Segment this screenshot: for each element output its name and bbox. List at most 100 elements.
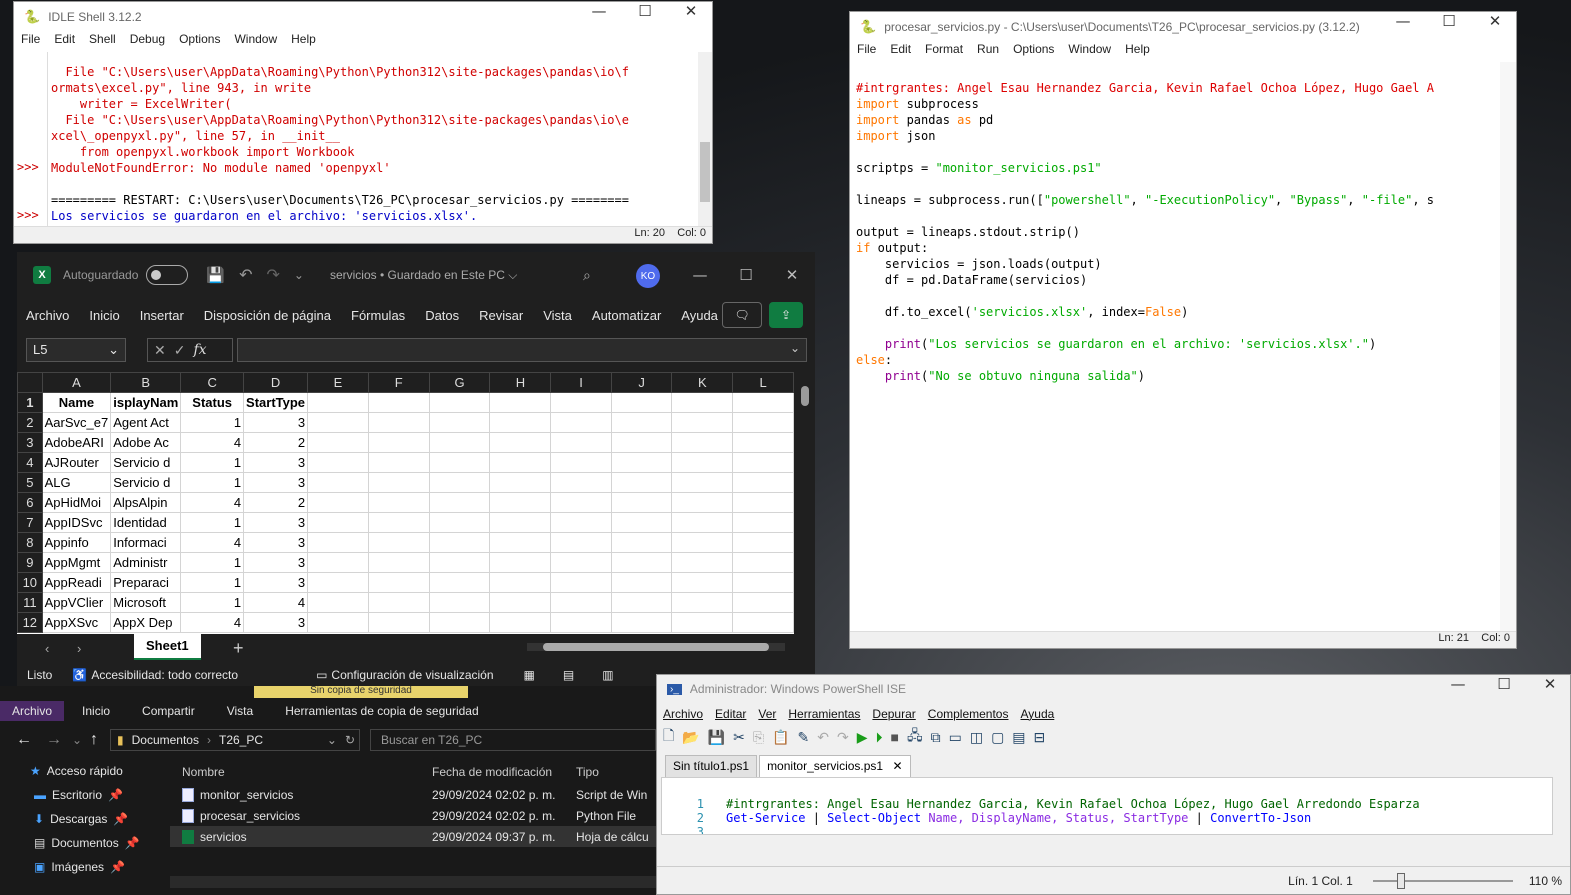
close-button[interactable]: ✕ bbox=[668, 2, 712, 20]
cell[interactable] bbox=[307, 452, 369, 473]
normal-view-icon[interactable]: ▦ bbox=[524, 668, 535, 682]
menu-file[interactable]: File bbox=[857, 42, 876, 62]
cell[interactable] bbox=[367, 552, 430, 573]
menu-window[interactable]: Window bbox=[234, 32, 277, 52]
cell[interactable] bbox=[671, 492, 734, 513]
breadcrumb-t26pc[interactable]: T26_PC bbox=[219, 733, 263, 747]
tab-archivo[interactable]: Archivo bbox=[26, 308, 69, 323]
redo-icon[interactable]: ↷ bbox=[837, 729, 849, 746]
cell[interactable]: 2 bbox=[243, 432, 309, 453]
column-header[interactable]: G bbox=[428, 372, 491, 393]
cell[interactable]: Appinfo bbox=[41, 532, 112, 553]
cell[interactable] bbox=[367, 592, 430, 613]
menu-file[interactable]: File bbox=[21, 32, 40, 52]
tab-inicio[interactable]: Inicio bbox=[72, 704, 120, 718]
cell[interactable]: 4 bbox=[180, 612, 245, 633]
cell[interactable] bbox=[307, 592, 369, 613]
cell[interactable] bbox=[489, 572, 552, 593]
cell[interactable] bbox=[428, 472, 491, 493]
cell[interactable]: Identidad bbox=[110, 512, 182, 533]
cell[interactable] bbox=[671, 412, 734, 433]
cell[interactable]: Agent Act bbox=[110, 412, 182, 433]
close-button[interactable]: ✕ bbox=[1472, 12, 1516, 30]
cell[interactable]: 3 bbox=[243, 412, 309, 433]
minimize-button[interactable]: — bbox=[1435, 675, 1481, 693]
cell[interactable] bbox=[307, 572, 369, 593]
grid-vertical-scrollbar[interactable] bbox=[796, 372, 815, 634]
show-script-right-icon[interactable]: ◫ bbox=[970, 729, 983, 746]
row-header[interactable]: 10 bbox=[17, 572, 43, 593]
sheet-tab-sheet1[interactable]: Sheet1 bbox=[134, 634, 201, 660]
row-header[interactable]: 3 bbox=[17, 432, 43, 453]
cell[interactable]: isplayNam bbox=[110, 392, 182, 413]
cell[interactable] bbox=[610, 412, 673, 433]
cell[interactable] bbox=[307, 532, 369, 553]
tab-ayuda[interactable]: Ayuda bbox=[681, 308, 718, 323]
scrollbar-thumb[interactable] bbox=[700, 142, 710, 202]
file-title[interactable]: servicios • Guardado en Este PC ⌵ bbox=[330, 268, 517, 283]
cut-icon[interactable]: ✂ bbox=[733, 729, 745, 746]
cell[interactable] bbox=[671, 512, 734, 533]
file-row[interactable]: monitor_servicios 29/09/2024 02:02 p. m.… bbox=[170, 784, 656, 805]
column-header[interactable]: L bbox=[732, 372, 794, 393]
cell[interactable]: 1 bbox=[180, 592, 245, 613]
cell[interactable]: AppXSvc bbox=[41, 612, 112, 633]
cell[interactable] bbox=[428, 592, 491, 613]
cell[interactable] bbox=[428, 512, 491, 533]
cell[interactable] bbox=[367, 492, 430, 513]
cell[interactable]: Servicio d bbox=[110, 472, 182, 493]
chevron-down-icon[interactable]: ⌄ bbox=[327, 733, 337, 747]
cell[interactable] bbox=[307, 472, 369, 493]
column-header[interactable]: A bbox=[41, 372, 112, 393]
cell[interactable] bbox=[550, 452, 612, 473]
formula-bar[interactable]: ⌄ bbox=[237, 338, 807, 362]
nav-item-documentos[interactable]: ▤ Documentos 📌 bbox=[34, 836, 140, 850]
tab-insertar[interactable]: Insertar bbox=[140, 308, 184, 323]
cell[interactable]: AdobeARI bbox=[41, 432, 112, 453]
editor-scrollbar[interactable] bbox=[1500, 62, 1516, 632]
column-header[interactable]: C bbox=[180, 372, 245, 393]
cell[interactable]: 3 bbox=[243, 572, 309, 593]
tab-monitor-servicios[interactable]: monitor_servicios.ps1 ✕ bbox=[759, 755, 911, 777]
cell[interactable] bbox=[671, 552, 734, 573]
row-header[interactable]: 7 bbox=[17, 512, 43, 533]
menu-edit[interactable]: Edit bbox=[54, 32, 75, 52]
menu-complementos[interactable]: Complementos bbox=[928, 707, 1009, 721]
row-header[interactable]: 5 bbox=[17, 472, 43, 493]
display-settings[interactable]: Configuración de visualización bbox=[331, 668, 493, 682]
menu-run[interactable]: Run bbox=[977, 42, 999, 62]
maximize-button[interactable]: ☐ bbox=[622, 2, 668, 20]
cell[interactable] bbox=[610, 612, 673, 633]
row-header[interactable]: 2 bbox=[17, 412, 43, 433]
cell[interactable] bbox=[732, 472, 794, 493]
cell[interactable]: AlpsAlpin bbox=[110, 492, 182, 513]
menu-archivo[interactable]: Archivo bbox=[663, 707, 703, 721]
nav-item-quick-access[interactable]: ★ Acceso rápido bbox=[30, 764, 123, 778]
menu-herramientas[interactable]: Herramientas bbox=[788, 707, 860, 721]
cell[interactable] bbox=[307, 392, 369, 413]
tab-herramientas-copia[interactable]: Herramientas de copia de seguridad bbox=[275, 704, 488, 718]
script-editor[interactable]: 1 #intrgrantes: Angel Esau Hernandez Garc… bbox=[661, 777, 1553, 835]
cell[interactable] bbox=[671, 472, 734, 493]
autosave-toggle[interactable] bbox=[146, 265, 189, 285]
excel-titlebar[interactable]: X Autoguardado 💾 ↶ ↷ ⌄ servicios • Guard… bbox=[17, 252, 815, 298]
show-script-max-icon[interactable]: ▢ bbox=[991, 729, 1004, 746]
cell[interactable]: AJRouter bbox=[41, 452, 112, 473]
cell[interactable] bbox=[428, 572, 491, 593]
comments-button[interactable]: 🗨 bbox=[722, 302, 762, 328]
menu-shell[interactable]: Shell bbox=[89, 32, 116, 52]
enter-icon[interactable]: ✓ bbox=[174, 342, 186, 359]
cell[interactable]: AarSvc_e7 bbox=[41, 412, 112, 433]
cell[interactable]: StartType bbox=[243, 392, 309, 413]
column-header[interactable]: B bbox=[110, 372, 182, 393]
accessibility-status[interactable]: Accesibilidad: todo correcto bbox=[91, 668, 238, 682]
next-sheet-icon[interactable]: › bbox=[77, 641, 81, 656]
cell[interactable] bbox=[367, 612, 430, 633]
cell[interactable] bbox=[732, 552, 794, 573]
cell[interactable]: 3 bbox=[243, 472, 309, 493]
row-header[interactable]: 12 bbox=[17, 612, 43, 633]
cell[interactable] bbox=[550, 472, 612, 493]
run-selection-icon[interactable]: ⏵ bbox=[876, 729, 883, 746]
cell[interactable] bbox=[732, 432, 794, 453]
menu-edit[interactable]: Edit bbox=[890, 42, 911, 62]
